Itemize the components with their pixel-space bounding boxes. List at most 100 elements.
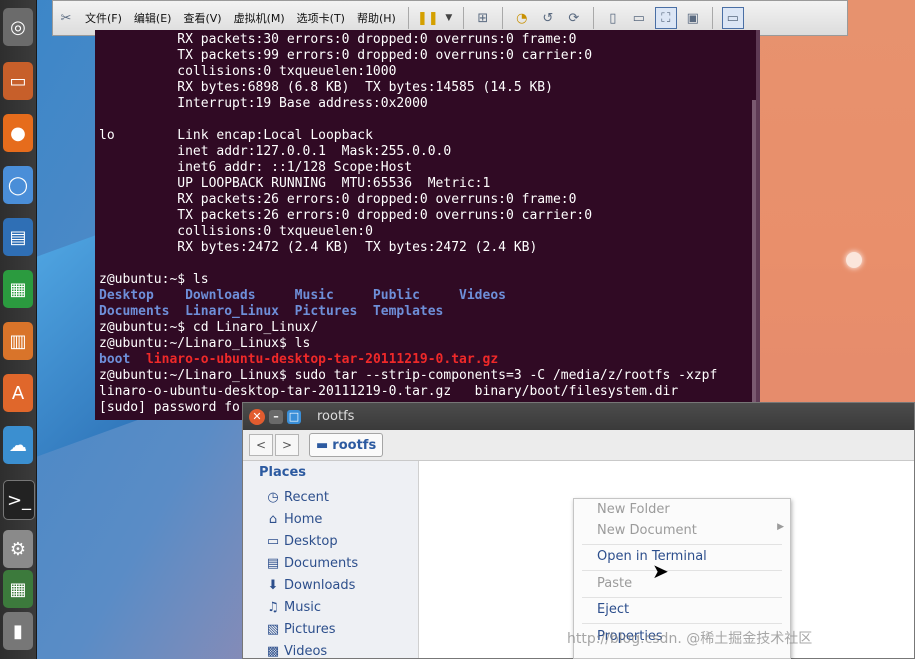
pause-icon[interactable]: ❚❚ xyxy=(417,8,439,28)
sidebar-item-label: Downloads xyxy=(284,577,356,593)
terminal-text: RX bytes:6898 (6.8 KB) TX bytes:14585 (1… xyxy=(99,80,553,95)
terminal-line: z@ubuntu:~/Linaro_Linux$ sudo tar --stri… xyxy=(99,368,717,384)
places-heading: Places xyxy=(259,465,307,480)
terminal-text: [sudo] password fo xyxy=(99,400,240,415)
terminal-text: Interrupt:19 Base address:0x2000 xyxy=(99,96,428,111)
sidebar-item-label: Music xyxy=(284,599,321,615)
toolbar-separator xyxy=(462,7,464,29)
window-title: rootfs xyxy=(317,409,355,424)
sidebar-item-label: Recent xyxy=(284,489,329,505)
terminal-text: z@ubuntu:~/Linaro_Linux$ ls xyxy=(99,336,311,351)
menu-separator xyxy=(582,623,782,624)
sidebar-item-downloads[interactable]: ⬇ Downloads xyxy=(265,575,356,595)
terminal-text: linaro-o-ubuntu-desktop-tar-20111219-0.t… xyxy=(99,384,679,399)
sidebar-item-music[interactable]: ♫ Music xyxy=(265,597,321,617)
desktop-wallpaper-orange xyxy=(760,0,915,420)
sidebar-item-recent[interactable]: ◷ Recent xyxy=(265,487,329,507)
menu-item-eject[interactable]: Eject xyxy=(597,602,629,617)
firefox-icon[interactable]: ● xyxy=(3,114,33,152)
terminal-line: lo Link encap:Local Loopback xyxy=(99,128,717,144)
terminal-line: RX bytes:2472 (2.4 KB) TX bytes:2472 (2.… xyxy=(99,240,717,256)
terminal-scrollbar[interactable] xyxy=(752,100,756,420)
toolbar-separator xyxy=(407,7,409,29)
menu-item-paste[interactable]: Paste xyxy=(597,576,632,591)
menu-separator xyxy=(582,597,782,598)
menu-separator xyxy=(582,544,782,545)
dropdown-arrow-icon[interactable]: ▼ xyxy=(444,8,454,28)
terminal-line: collisions:0 txqueuelen:0 xyxy=(99,224,717,240)
terminal-window[interactable]: RX packets:30 errors:0 dropped:0 overrun… xyxy=(95,30,760,420)
close-icon[interactable]: ✕ xyxy=(249,408,265,425)
writer-icon[interactable]: ▤ xyxy=(3,218,33,256)
dash-icon[interactable]: ◎ xyxy=(3,8,33,46)
sidebar-item-pictures[interactable]: ▧ Pictures xyxy=(265,619,336,639)
terminal-text: z@ubuntu:~/Linaro_Linux$ sudo tar --stri… xyxy=(99,368,718,383)
menu-vm[interactable]: 虚拟机(M) xyxy=(234,10,285,26)
menu-separator xyxy=(582,570,782,571)
terminal-text: z@ubuntu:~$ ls xyxy=(99,272,209,287)
software-center-icon[interactable]: A xyxy=(3,374,33,412)
pin-icon[interactable]: ✂ xyxy=(56,8,76,28)
chromium-icon[interactable]: ◯ xyxy=(3,166,33,204)
terminal-line: UP LOOPBACK RUNNING MTU:65536 Metric:1 xyxy=(99,176,717,192)
network-icon[interactable]: ⊞ xyxy=(473,8,493,28)
terminal-text: RX bytes:2472 (2.4 KB) TX bytes:2472 (2.… xyxy=(99,240,538,255)
sidebar-item-videos[interactable]: ▩ Videos xyxy=(265,641,327,659)
terminal-text: z@ubuntu:~$ cd Linaro_Linux/ xyxy=(99,320,319,335)
path-button[interactable]: ▬ rootfs xyxy=(309,433,384,457)
terminal-line: linaro-o-ubuntu-desktop-tar-20111219-0.t… xyxy=(99,384,717,400)
console-view-icon[interactable]: ▭ xyxy=(721,7,744,29)
ubuntu-one-icon[interactable]: ☁ xyxy=(3,426,33,464)
terminal-line: inet addr:127.0.0.1 Mask:255.0.0.0 xyxy=(99,144,717,160)
mouse-cursor-icon: ➤ xyxy=(652,559,669,583)
sidebar-item-documents[interactable]: ▤ Documents xyxy=(265,553,358,573)
library-icon[interactable]: ▯ xyxy=(603,8,623,28)
system-settings-icon[interactable]: ⚙ xyxy=(3,530,33,568)
terminal-line: Interrupt:19 Base address:0x2000 xyxy=(99,96,717,112)
terminal-text: inet6 addr: ::1/128 Scope:Host xyxy=(99,160,413,175)
sidebar-item-label: Documents xyxy=(284,555,359,571)
snapshot-manager-icon[interactable]: ⟳ xyxy=(564,8,584,28)
revert-snapshot-icon[interactable]: ↺ xyxy=(538,8,558,28)
terminal-line: z@ubuntu:~/Linaro_Linux$ ls xyxy=(99,336,717,352)
terminal-text: TX packets:99 errors:0 dropped:0 overrun… xyxy=(99,48,593,63)
trash-icon[interactable]: ▮ xyxy=(3,612,33,650)
terminal-line: Documents Linaro_Linux Pictures Template… xyxy=(99,304,717,320)
minimize-icon[interactable]: – xyxy=(269,409,283,424)
forward-button[interactable]: > xyxy=(275,434,299,456)
fullscreen-icon[interactable]: ⛶ xyxy=(654,7,677,29)
menu-item-new-folder[interactable]: New Folder xyxy=(597,502,670,517)
path-label: rootfs xyxy=(332,437,377,453)
workspace-switcher-icon[interactable]: ▦ xyxy=(3,570,33,608)
terminal-text: boot xyxy=(99,352,131,367)
terminal-line: inet6 addr: ::1/128 Scope:Host xyxy=(99,160,717,176)
music-icon: ♫ xyxy=(267,599,279,615)
terminal-text: UP LOOPBACK RUNNING MTU:65536 Metric:1 xyxy=(99,176,491,191)
terminal-line: Desktop Downloads Music Public Videos xyxy=(99,288,717,304)
sidebar-item-home[interactable]: ⌂ Home xyxy=(265,509,323,529)
files-icon[interactable]: ▭ xyxy=(3,62,33,100)
terminal-line: TX packets:26 errors:0 dropped:0 overrun… xyxy=(99,208,717,224)
terminal-text: Documents Linaro_Linux Pictures Template… xyxy=(99,304,444,319)
menu-tabs[interactable]: 选项卡(T) xyxy=(297,10,345,26)
calc-icon[interactable]: ▦ xyxy=(3,270,33,308)
terminal-text: RX packets:30 errors:0 dropped:0 overrun… xyxy=(99,32,577,47)
menu-view[interactable]: 查看(V) xyxy=(183,10,221,26)
thumbnail-icon[interactable]: ▭ xyxy=(629,8,649,28)
maximize-icon[interactable]: □ xyxy=(287,409,301,424)
downloads-icon: ⬇ xyxy=(267,577,279,593)
menu-file[interactable]: 文件(F) xyxy=(85,10,122,26)
terminal-icon[interactable]: >_ xyxy=(3,480,35,520)
sidebar-item-desktop[interactable]: ▭ Desktop xyxy=(265,531,338,551)
menu-help[interactable]: 帮助(H) xyxy=(357,10,396,26)
menu-edit[interactable]: 编辑(E) xyxy=(134,10,172,26)
documents-icon: ▤ xyxy=(266,555,280,571)
terminal-line: z@ubuntu:~$ ls xyxy=(99,272,717,288)
videos-icon: ▩ xyxy=(266,643,280,659)
unity-icon[interactable]: ▣ xyxy=(683,8,703,28)
impress-icon[interactable]: ▥ xyxy=(3,322,33,360)
back-button[interactable]: < xyxy=(249,434,273,456)
terminal-text: RX packets:26 errors:0 dropped:0 overrun… xyxy=(99,192,577,207)
snapshot-icon[interactable]: ◔ xyxy=(512,8,532,28)
menu-item-new-document[interactable]: New Document xyxy=(597,523,697,538)
